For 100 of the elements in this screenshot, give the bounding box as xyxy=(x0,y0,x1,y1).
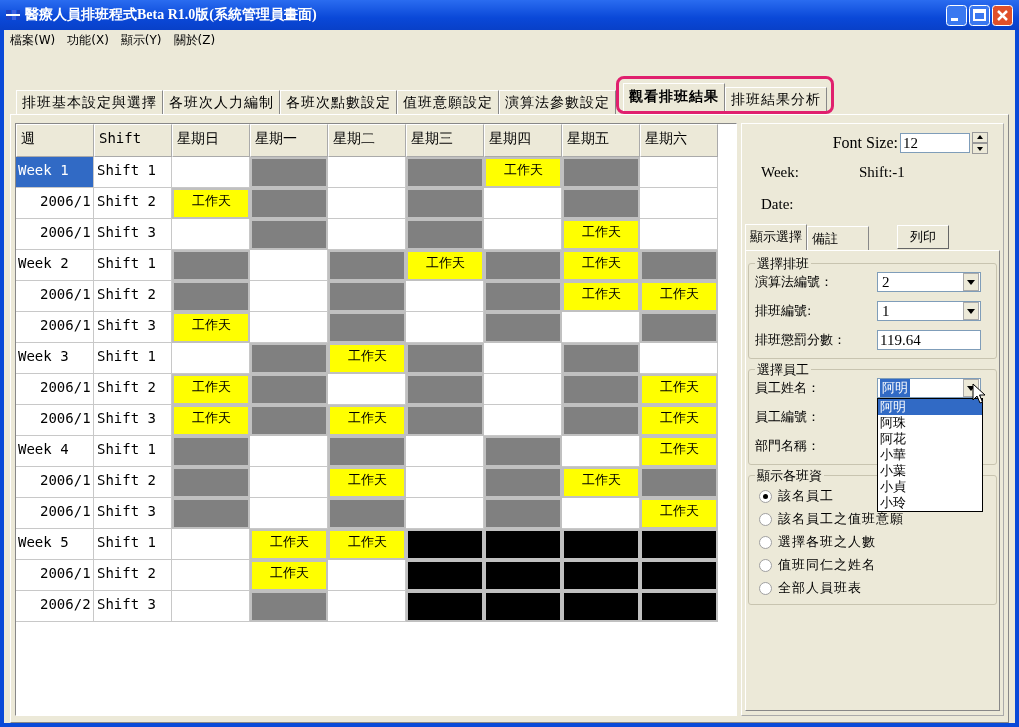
table-cell[interactable] xyxy=(328,560,406,591)
table-cell[interactable] xyxy=(640,250,718,281)
table-cell[interactable] xyxy=(562,529,640,560)
table-cell[interactable] xyxy=(406,405,484,436)
table-cell[interactable] xyxy=(172,343,250,374)
table-cell[interactable] xyxy=(172,436,250,467)
radio-button[interactable] xyxy=(759,558,772,572)
table-cell[interactable] xyxy=(172,591,250,622)
table-cell[interactable] xyxy=(328,250,406,281)
table-cell[interactable] xyxy=(406,529,484,560)
tab[interactable]: 觀看排班結果 xyxy=(623,83,725,111)
table-cell[interactable] xyxy=(406,498,484,529)
table-cell[interactable] xyxy=(250,312,328,343)
table-cell[interactable] xyxy=(484,405,562,436)
table-cell[interactable] xyxy=(640,312,718,343)
table-cell[interactable] xyxy=(172,560,250,591)
table-cell[interactable] xyxy=(484,374,562,405)
table-cell[interactable] xyxy=(250,405,328,436)
table-cell[interactable]: Week 5 xyxy=(16,529,94,560)
table-cell[interactable] xyxy=(562,591,640,622)
table-cell[interactable] xyxy=(484,343,562,374)
radio-button[interactable] xyxy=(759,512,772,526)
table-cell[interactable] xyxy=(484,529,562,560)
table-cell[interactable] xyxy=(172,250,250,281)
table-cell[interactable]: 工作天 xyxy=(640,374,718,405)
table-cell[interactable]: 工作天 xyxy=(484,157,562,188)
table-cell[interactable]: 工作天 xyxy=(172,312,250,343)
menu-item[interactable]: 關於(Z) xyxy=(173,32,216,49)
table-cell[interactable] xyxy=(640,591,718,622)
table-cell[interactable] xyxy=(562,157,640,188)
table-cell[interactable] xyxy=(328,374,406,405)
tab[interactable]: 各班次點數設定 xyxy=(280,90,397,114)
table-cell[interactable]: 工作天 xyxy=(562,281,640,312)
dropdown-field[interactable]: 2 xyxy=(877,272,981,292)
tab[interactable]: 各班次人力編制 xyxy=(163,90,280,114)
table-cell[interactable] xyxy=(250,498,328,529)
column-header[interactable]: 星期日 xyxy=(172,124,250,157)
table-cell[interactable] xyxy=(484,560,562,591)
table-cell[interactable] xyxy=(328,219,406,250)
table-cell[interactable] xyxy=(250,281,328,312)
dropdown-button[interactable] xyxy=(963,302,979,320)
table-cell[interactable] xyxy=(250,374,328,405)
table-cell[interactable] xyxy=(406,157,484,188)
table-cell[interactable] xyxy=(484,250,562,281)
table-cell[interactable]: 2006/1 xyxy=(16,219,94,250)
table-cell[interactable] xyxy=(562,560,640,591)
radio-button[interactable] xyxy=(759,581,772,595)
column-header[interactable]: 星期四 xyxy=(484,124,562,157)
table-cell[interactable]: 工作天 xyxy=(172,188,250,219)
table-cell[interactable] xyxy=(172,529,250,560)
table-cell[interactable] xyxy=(484,436,562,467)
table-cell[interactable] xyxy=(640,343,718,374)
table-cell[interactable] xyxy=(328,157,406,188)
table-cell[interactable] xyxy=(250,188,328,219)
table-cell[interactable]: 工作天 xyxy=(172,405,250,436)
table-cell[interactable] xyxy=(250,219,328,250)
table-cell[interactable] xyxy=(250,343,328,374)
table-cell[interactable] xyxy=(640,219,718,250)
table-cell[interactable] xyxy=(640,157,718,188)
column-header[interactable]: Shift xyxy=(94,124,172,157)
list-option[interactable]: 阿明 xyxy=(878,399,982,415)
list-option[interactable]: 小玲 xyxy=(878,495,982,511)
table-cell[interactable]: 工作天 xyxy=(640,405,718,436)
table-cell[interactable]: 工作天 xyxy=(406,250,484,281)
table-cell[interactable] xyxy=(562,498,640,529)
tab[interactable]: 值班意願設定 xyxy=(397,90,499,114)
menu-item[interactable]: 檔案(W) xyxy=(10,32,56,49)
maximize-button[interactable] xyxy=(969,4,990,26)
table-cell[interactable] xyxy=(250,436,328,467)
table-cell[interactable] xyxy=(406,436,484,467)
column-header[interactable]: 星期六 xyxy=(640,124,718,157)
table-cell[interactable] xyxy=(250,591,328,622)
table-cell[interactable] xyxy=(406,219,484,250)
table-cell[interactable] xyxy=(328,312,406,343)
tab[interactable]: 排班結果分析 xyxy=(725,87,827,111)
table-cell[interactable] xyxy=(250,467,328,498)
list-option[interactable]: 小華 xyxy=(878,447,982,463)
dropdown-field[interactable]: 1 xyxy=(877,301,981,321)
table-cell[interactable] xyxy=(328,498,406,529)
table-cell[interactable]: 2006/1 xyxy=(16,374,94,405)
list-option[interactable]: 阿珠 xyxy=(878,415,982,431)
table-cell[interactable]: Week 2 xyxy=(16,250,94,281)
radio-button[interactable] xyxy=(759,489,772,503)
table-cell[interactable] xyxy=(562,436,640,467)
table-cell[interactable] xyxy=(484,591,562,622)
table-cell[interactable]: 工作天 xyxy=(328,529,406,560)
table-cell[interactable] xyxy=(250,250,328,281)
table-cell[interactable]: 2006/1 xyxy=(16,560,94,591)
spin-button[interactable] xyxy=(972,132,988,154)
column-header[interactable]: 星期三 xyxy=(406,124,484,157)
table-cell[interactable]: 2006/1 xyxy=(16,467,94,498)
table-cell[interactable] xyxy=(406,560,484,591)
table-cell[interactable] xyxy=(172,467,250,498)
table-cell[interactable] xyxy=(484,498,562,529)
table-cell[interactable] xyxy=(406,374,484,405)
table-cell[interactable] xyxy=(562,343,640,374)
font-size-field[interactable]: 12 xyxy=(900,133,970,153)
table-cell[interactable]: 2006/1 xyxy=(16,188,94,219)
table-cell[interactable] xyxy=(640,467,718,498)
table-cell[interactable] xyxy=(484,281,562,312)
